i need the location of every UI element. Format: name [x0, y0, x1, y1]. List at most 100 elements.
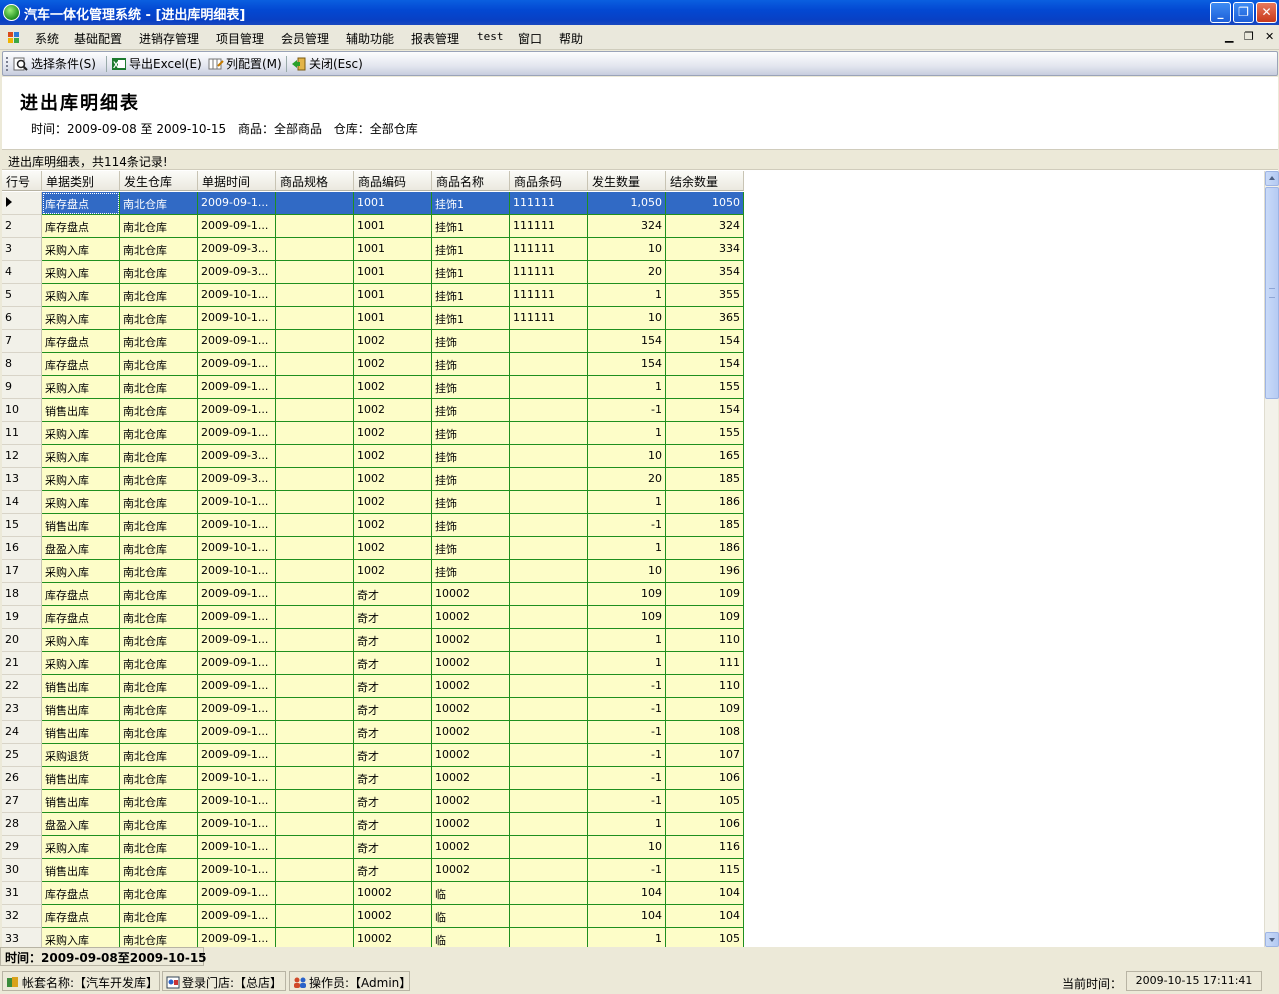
- table-row[interactable]: 12 采购入库 南北仓库 2009-09-3... 1002 挂饰 10 165: [2, 445, 744, 468]
- cell-product-code[interactable]: 1001: [354, 238, 432, 261]
- cell-product-name[interactable]: 挂饰1: [432, 215, 510, 238]
- cell-barcode[interactable]: [510, 376, 588, 399]
- cell-warehouse[interactable]: 南北仓库: [120, 675, 198, 698]
- cell-barcode[interactable]: [510, 744, 588, 767]
- cell-product-name[interactable]: 挂饰1: [432, 238, 510, 261]
- cell-qty[interactable]: 1: [588, 284, 666, 307]
- cell-product-name[interactable]: 10002: [432, 767, 510, 790]
- cell-spec[interactable]: [276, 284, 354, 307]
- cell-doc-time[interactable]: 2009-10-1...: [198, 790, 276, 813]
- cell-spec[interactable]: [276, 675, 354, 698]
- mdi-child-icon[interactable]: [8, 32, 20, 43]
- menu-help[interactable]: 帮助: [559, 30, 583, 47]
- cell-balance[interactable]: 106: [666, 767, 744, 790]
- table-row[interactable]: 7 库存盘点 南北仓库 2009-09-1... 1002 挂饰 154 154: [2, 330, 744, 353]
- cell-doc-time[interactable]: 2009-10-1...: [198, 284, 276, 307]
- cell-balance[interactable]: 115: [666, 859, 744, 882]
- cell-spec[interactable]: [276, 629, 354, 652]
- cell-product-name[interactable]: 挂饰: [432, 353, 510, 376]
- table-row[interactable]: 20 采购入库 南北仓库 2009-09-1... 奇才 10002 1 110: [2, 629, 744, 652]
- row-header[interactable]: 15: [2, 514, 42, 537]
- cell-doc-type[interactable]: 采购入库: [42, 468, 120, 491]
- cell-qty[interactable]: -1: [588, 859, 666, 882]
- cell-qty[interactable]: -1: [588, 721, 666, 744]
- cell-warehouse[interactable]: 南北仓库: [120, 514, 198, 537]
- cell-warehouse[interactable]: 南北仓库: [120, 330, 198, 353]
- cell-barcode[interactable]: 111111: [510, 192, 588, 215]
- cell-doc-time[interactable]: 2009-09-1...: [198, 376, 276, 399]
- row-header[interactable]: 22: [2, 675, 42, 698]
- cell-barcode[interactable]: [510, 675, 588, 698]
- cell-warehouse[interactable]: 南北仓库: [120, 744, 198, 767]
- cell-spec[interactable]: [276, 583, 354, 606]
- cell-barcode[interactable]: [510, 652, 588, 675]
- close-window-button[interactable]: ✕: [1256, 2, 1277, 23]
- cell-qty[interactable]: 1: [588, 376, 666, 399]
- cell-product-code[interactable]: 奇才: [354, 836, 432, 859]
- scroll-up-arrow-icon[interactable]: [1265, 171, 1279, 186]
- cell-warehouse[interactable]: 南北仓库: [120, 583, 198, 606]
- cell-doc-type[interactable]: 采购入库: [42, 445, 120, 468]
- cell-doc-type[interactable]: 库存盘点: [42, 330, 120, 353]
- cell-warehouse[interactable]: 南北仓库: [120, 905, 198, 928]
- column-header-product-name[interactable]: 商品名称: [432, 171, 510, 191]
- cell-product-name[interactable]: 10002: [432, 583, 510, 606]
- cell-barcode[interactable]: [510, 537, 588, 560]
- column-header-warehouse[interactable]: 发生仓库: [120, 171, 198, 191]
- cell-doc-time[interactable]: 2009-09-3...: [198, 468, 276, 491]
- cell-spec[interactable]: [276, 261, 354, 284]
- cell-qty[interactable]: 20: [588, 468, 666, 491]
- table-row[interactable]: 21 采购入库 南北仓库 2009-09-1... 奇才 10002 1 111: [2, 652, 744, 675]
- cell-doc-type[interactable]: 采购退货: [42, 744, 120, 767]
- cell-product-code[interactable]: 奇才: [354, 629, 432, 652]
- mdi-restore-icon[interactable]: ❐: [1244, 30, 1254, 43]
- menu-reports[interactable]: 报表管理: [411, 30, 459, 47]
- cell-barcode[interactable]: 111111: [510, 307, 588, 330]
- cell-balance[interactable]: 186: [666, 537, 744, 560]
- table-row[interactable]: 22 销售出库 南北仓库 2009-09-1... 奇才 10002 -1 110: [2, 675, 744, 698]
- cell-warehouse[interactable]: 南北仓库: [120, 422, 198, 445]
- cell-product-code[interactable]: 1002: [354, 491, 432, 514]
- cell-balance[interactable]: 1050: [666, 192, 744, 215]
- cell-barcode[interactable]: [510, 905, 588, 928]
- cell-barcode[interactable]: [510, 928, 588, 947]
- scroll-thumb[interactable]: [1265, 187, 1279, 399]
- cell-warehouse[interactable]: 南北仓库: [120, 859, 198, 882]
- cell-doc-time[interactable]: 2009-09-1...: [198, 744, 276, 767]
- cell-product-name[interactable]: 挂饰: [432, 560, 510, 583]
- cell-spec[interactable]: [276, 353, 354, 376]
- cell-barcode[interactable]: [510, 698, 588, 721]
- select-conditions-button[interactable]: 选择条件(S): [13, 55, 96, 73]
- cell-balance[interactable]: 155: [666, 422, 744, 445]
- cell-balance[interactable]: 154: [666, 353, 744, 376]
- cell-product-code[interactable]: 1002: [354, 399, 432, 422]
- cell-doc-type[interactable]: 采购入库: [42, 560, 120, 583]
- row-header[interactable]: 6: [2, 307, 42, 330]
- cell-balance[interactable]: 110: [666, 675, 744, 698]
- cell-product-code[interactable]: 奇才: [354, 583, 432, 606]
- cell-doc-time[interactable]: 2009-09-1...: [198, 330, 276, 353]
- cell-product-name[interactable]: 挂饰: [432, 445, 510, 468]
- row-header[interactable]: 31: [2, 882, 42, 905]
- cell-product-name[interactable]: 10002: [432, 629, 510, 652]
- cell-spec[interactable]: [276, 399, 354, 422]
- cell-spec[interactable]: [276, 514, 354, 537]
- cell-doc-type[interactable]: 销售出库: [42, 790, 120, 813]
- table-row[interactable]: 2 库存盘点 南北仓库 2009-09-1... 1001 挂饰1 111111 324 324: [2, 215, 744, 238]
- mdi-close-icon[interactable]: ✕: [1265, 30, 1274, 43]
- cell-product-code[interactable]: 奇才: [354, 721, 432, 744]
- export-excel-button[interactable]: X 导出Excel(E): [111, 55, 202, 73]
- menu-inventory[interactable]: 进销存管理: [139, 30, 199, 47]
- cell-product-code[interactable]: 1001: [354, 192, 432, 215]
- row-header[interactable]: 13: [2, 468, 42, 491]
- cell-warehouse[interactable]: 南北仓库: [120, 284, 198, 307]
- cell-product-code[interactable]: 1002: [354, 445, 432, 468]
- cell-qty[interactable]: 1: [588, 928, 666, 947]
- table-row[interactable]: 16 盘盈入库 南北仓库 2009-10-1... 1002 挂饰 1 186: [2, 537, 744, 560]
- cell-spec[interactable]: [276, 606, 354, 629]
- cell-balance[interactable]: 154: [666, 399, 744, 422]
- cell-spec[interactable]: [276, 721, 354, 744]
- cell-doc-type[interactable]: 采购入库: [42, 836, 120, 859]
- row-header[interactable]: 24: [2, 721, 42, 744]
- cell-doc-type[interactable]: 采购入库: [42, 307, 120, 330]
